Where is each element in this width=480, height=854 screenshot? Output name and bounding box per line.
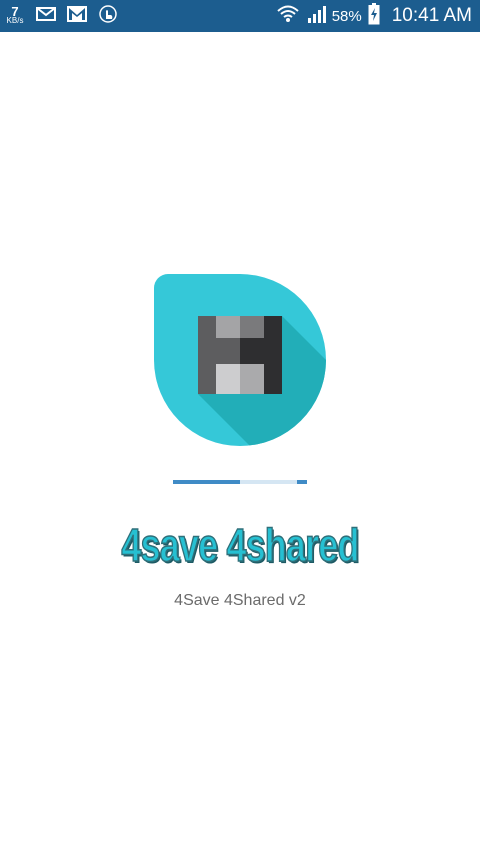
app-title: 4save 4shared	[121, 518, 360, 572]
wifi-icon	[276, 4, 300, 29]
app-logo	[154, 274, 326, 446]
loading-progress-bar	[173, 480, 307, 484]
clock: 10:41 AM	[391, 5, 472, 26]
floppy-disk-icon	[154, 274, 326, 446]
touch-app-icon	[98, 4, 118, 29]
signal-icon	[306, 4, 326, 29]
loading-progress-end	[297, 480, 307, 484]
battery-charging-icon	[368, 2, 380, 30]
battery-percent: 58%	[331, 7, 362, 25]
status-bar-right: 58% 10:41 AM	[276, 0, 472, 32]
status-bar: 7 KB/s 58% 10:41 AM	[0, 0, 480, 32]
email-icon	[36, 6, 56, 27]
app-version: 4Save 4Shared v2	[174, 592, 306, 609]
network-speed-value: 7	[11, 4, 19, 19]
network-speed: 7 KB/s	[4, 4, 26, 25]
gmail-icon	[66, 5, 88, 28]
status-bar-left: 7 KB/s	[4, 0, 118, 32]
loading-progress-fill	[173, 480, 240, 484]
network-speed-unit: KB/s	[6, 16, 24, 25]
